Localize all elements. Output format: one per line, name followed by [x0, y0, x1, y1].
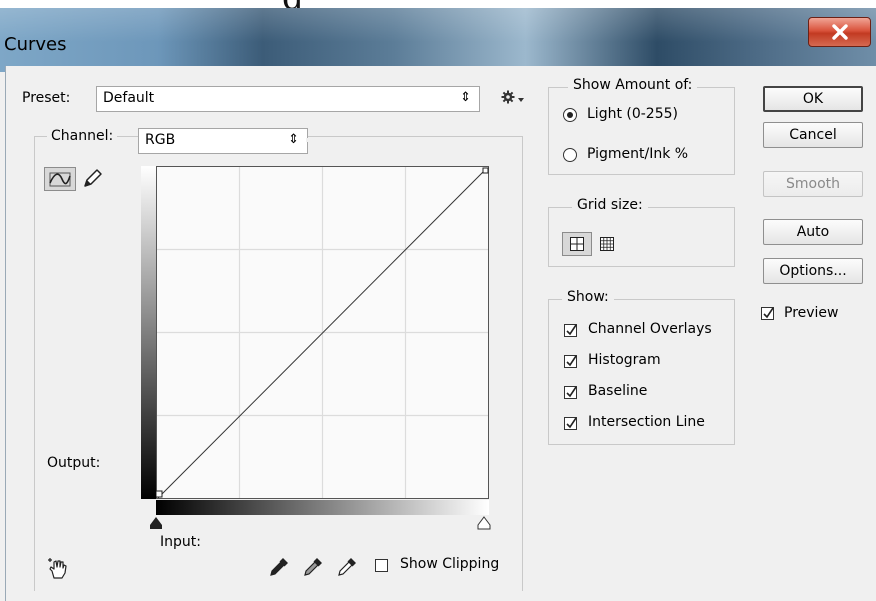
- gear-icon[interactable]: [501, 90, 525, 104]
- curve-point-black[interactable]: [156, 490, 163, 498]
- title-bar[interactable]: Curves: [0, 8, 876, 72]
- curve-edit-icon: [49, 172, 71, 187]
- hand-target-icon[interactable]: [46, 557, 70, 581]
- updown-arrow-icon: ⇕: [288, 132, 299, 147]
- output-gradient-bar: [141, 166, 156, 499]
- window-title: Curves: [4, 34, 67, 55]
- legend-gap: [306, 138, 318, 142]
- background-document: g: [0, 0, 876, 8]
- pigment-radio[interactable]: [563, 148, 577, 162]
- show-amount-legend: Show Amount of:: [568, 77, 698, 93]
- curve-graph[interactable]: [156, 166, 490, 500]
- channel-value: RGB: [145, 132, 176, 148]
- histogram-checkbox[interactable]: [564, 355, 577, 368]
- grid-simple-button[interactable]: [562, 232, 592, 256]
- light-radio[interactable]: [563, 108, 577, 122]
- show-legend: Show:: [562, 289, 614, 305]
- cancel-button[interactable]: Cancel: [763, 122, 863, 148]
- white-point-slider[interactable]: [477, 516, 491, 530]
- preview-label[interactable]: Preview: [784, 305, 839, 321]
- grid-4x4-icon: [570, 237, 584, 251]
- histogram-label[interactable]: Histogram: [588, 352, 661, 368]
- preset-label: Preset:: [22, 90, 71, 106]
- preset-value: Default: [103, 90, 155, 106]
- input-label: Input:: [160, 534, 201, 550]
- background-text: g: [282, 0, 304, 8]
- eyedropper-white-icon[interactable]: [336, 556, 358, 578]
- show-clipping-checkbox[interactable]: [375, 559, 388, 572]
- grid-size-legend: Grid size:: [572, 197, 648, 213]
- baseline-checkbox[interactable]: [564, 386, 577, 399]
- pencil-icon[interactable]: [80, 167, 104, 191]
- smooth-button[interactable]: Smooth: [763, 171, 863, 197]
- updown-arrow-icon: ⇕: [460, 90, 471, 105]
- curve-point-white[interactable]: [482, 167, 489, 174]
- input-gradient-bar: [156, 500, 489, 515]
- pigment-radio-label[interactable]: Pigment/Ink %: [587, 146, 688, 162]
- channel-overlays-label[interactable]: Channel Overlays: [588, 321, 712, 337]
- preset-dropdown[interactable]: Default ⇕: [96, 86, 480, 112]
- close-button[interactable]: [808, 17, 871, 47]
- eyedropper-gray-icon[interactable]: [302, 556, 324, 578]
- show-clipping-label[interactable]: Show Clipping: [400, 556, 499, 572]
- intersection-line-checkbox[interactable]: [564, 417, 577, 430]
- output-label: Output:: [47, 455, 101, 471]
- channel-label: Channel:: [47, 128, 118, 144]
- close-icon: [831, 24, 848, 40]
- baseline-label[interactable]: Baseline: [588, 383, 647, 399]
- options-button[interactable]: Options...: [763, 258, 863, 284]
- preview-checkbox[interactable]: [761, 307, 774, 320]
- auto-button[interactable]: Auto: [763, 219, 863, 245]
- channel-dropdown[interactable]: RGB ⇕: [138, 128, 308, 154]
- light-radio-label[interactable]: Light (0-255): [587, 106, 678, 122]
- grid-10x10-icon[interactable]: [598, 235, 616, 253]
- intersection-line-label[interactable]: Intersection Line: [588, 414, 705, 430]
- eyedropper-black-icon[interactable]: [268, 556, 290, 578]
- curve-tool-button[interactable]: [44, 167, 76, 191]
- black-point-slider[interactable]: [149, 516, 163, 530]
- channel-overlays-checkbox[interactable]: [564, 324, 577, 337]
- ok-button[interactable]: OK: [763, 86, 863, 112]
